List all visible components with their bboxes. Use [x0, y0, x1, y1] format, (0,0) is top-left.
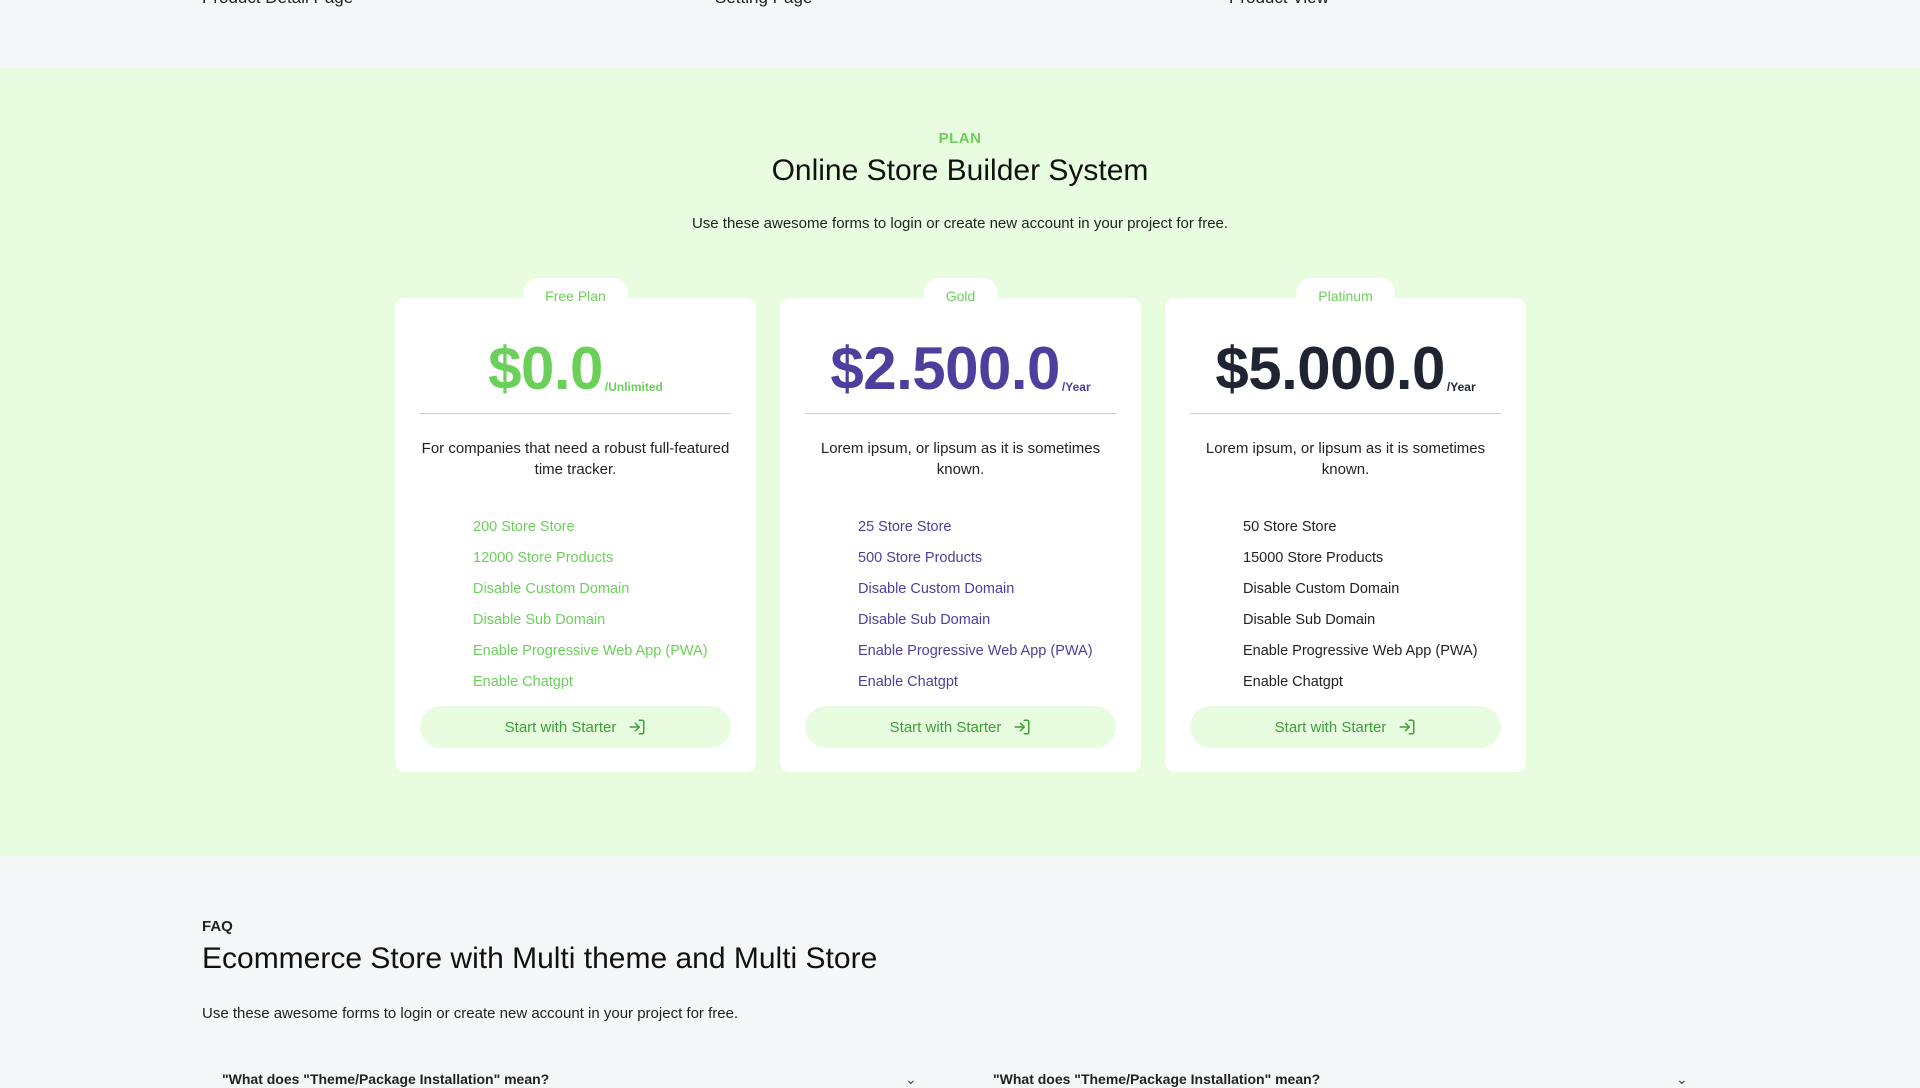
top-strip: Product Detail Page Setting Page Product… — [0, 0, 1920, 68]
pricing-card-free: Free Plan $0.0 /Unlimited For companies … — [395, 278, 756, 772]
faq-question[interactable]: "What does "Theme/Package Installation" … — [222, 1071, 549, 1087]
plan-description: Lorem ipsum, or lipsum as it is sometime… — [820, 440, 1101, 478]
feature-item: 200 Store Store — [473, 519, 575, 535]
pricing-card-platinum: Platinum $5.000.0 /Year Lorem ipsum, or … — [1165, 278, 1526, 772]
button-label: Start with Starter — [504, 718, 617, 736]
sign-in-icon — [629, 719, 645, 735]
price-row: $5.000.0 /Year — [1165, 336, 1526, 402]
price-divider — [805, 413, 1116, 414]
plan-subtitle: Use these awesome forms to login or crea… — [691, 215, 1229, 232]
start-with-starter-button[interactable]: Start with Starter — [805, 706, 1116, 748]
plan-name-tab: Platinum — [1296, 278, 1395, 308]
plan-period: /Year — [1446, 380, 1476, 394]
start-with-starter-button[interactable]: Start with Starter — [1190, 706, 1501, 748]
faq-kicker: FAQ — [202, 918, 233, 935]
button-label: Start with Starter — [1274, 718, 1387, 736]
plan-period: /Year — [1061, 380, 1091, 394]
feature-item: Enable Progressive Web App (PWA) — [1243, 643, 1478, 659]
feature-item: Enable Progressive Web App (PWA) — [473, 643, 708, 659]
feature-item: Enable Chatgpt — [473, 674, 573, 690]
plan-section: PLAN Online Store Builder System Use the… — [0, 68, 1920, 856]
price-divider — [420, 413, 731, 414]
plan-price: $2.500.0 — [830, 335, 1060, 402]
feature-item: Disable Custom Domain — [473, 581, 630, 597]
plan-description: Lorem ipsum, or lipsum as it is sometime… — [1205, 440, 1486, 478]
feature-item: 25 Store Store — [858, 519, 952, 535]
feature-item: Disable Sub Domain — [473, 612, 606, 628]
pricing-card-gold: Gold $2.500.0 /Year Lorem ipsum, or lips… — [780, 278, 1141, 772]
plan-price: $0.0 — [488, 335, 603, 402]
feature-list: 25 Store Store 500 Store Products Disabl… — [858, 512, 1093, 698]
faq-title: Ecommerce Store with Multi theme and Mul… — [202, 942, 878, 975]
feature-list: 50 Store Store 15000 Store Products Disa… — [1243, 512, 1478, 698]
feature-list: 200 Store Store 12000 Store Products Dis… — [473, 512, 708, 698]
feature-item: Disable Sub Domain — [1243, 612, 1376, 628]
feature-item: 50 Store Store — [1243, 519, 1337, 535]
feature-item: Enable Chatgpt — [858, 674, 958, 690]
sign-in-icon — [1399, 719, 1415, 735]
feature-item: Enable Progressive Web App (PWA) — [858, 643, 1093, 659]
faq-subtitle: Use these awesome forms to login or crea… — [202, 1005, 739, 1022]
button-label: Start with Starter — [889, 718, 1002, 736]
start-with-starter-button[interactable]: Start with Starter — [420, 706, 731, 748]
price-divider — [1190, 413, 1501, 414]
price-row: $0.0 /Unlimited — [395, 336, 756, 402]
faq-question[interactable]: "What does "Theme/Package Installation" … — [993, 1071, 1320, 1087]
feature-item: Enable Chatgpt — [1243, 674, 1343, 690]
price-row: $2.500.0 /Year — [780, 336, 1141, 402]
feature-item: Disable Custom Domain — [1243, 581, 1400, 597]
setting-page-label[interactable]: Setting Page — [715, 0, 812, 8]
product-view-label[interactable]: Product View — [1229, 0, 1329, 8]
feature-item: Disable Custom Domain — [858, 581, 1015, 597]
plan-kicker: PLAN — [938, 130, 982, 147]
plan-title: Online Store Builder System — [771, 154, 1149, 187]
product-detail-page-label[interactable]: Product Detail Page — [202, 0, 353, 8]
feature-item: 12000 Store Products — [473, 550, 614, 566]
plan-name-tab: Gold — [923, 278, 998, 308]
sign-in-icon — [1014, 719, 1030, 735]
plan-price: $5.000.0 — [1215, 335, 1445, 402]
feature-item: Disable Sub Domain — [858, 612, 991, 628]
plan-period: /Unlimited — [604, 380, 663, 394]
plan-description: For companies that need a robust full-fe… — [421, 440, 730, 478]
feature-item: 500 Store Products — [858, 550, 983, 566]
plan-name-tab: Free Plan — [523, 278, 628, 308]
feature-item: 15000 Store Products — [1243, 550, 1384, 566]
